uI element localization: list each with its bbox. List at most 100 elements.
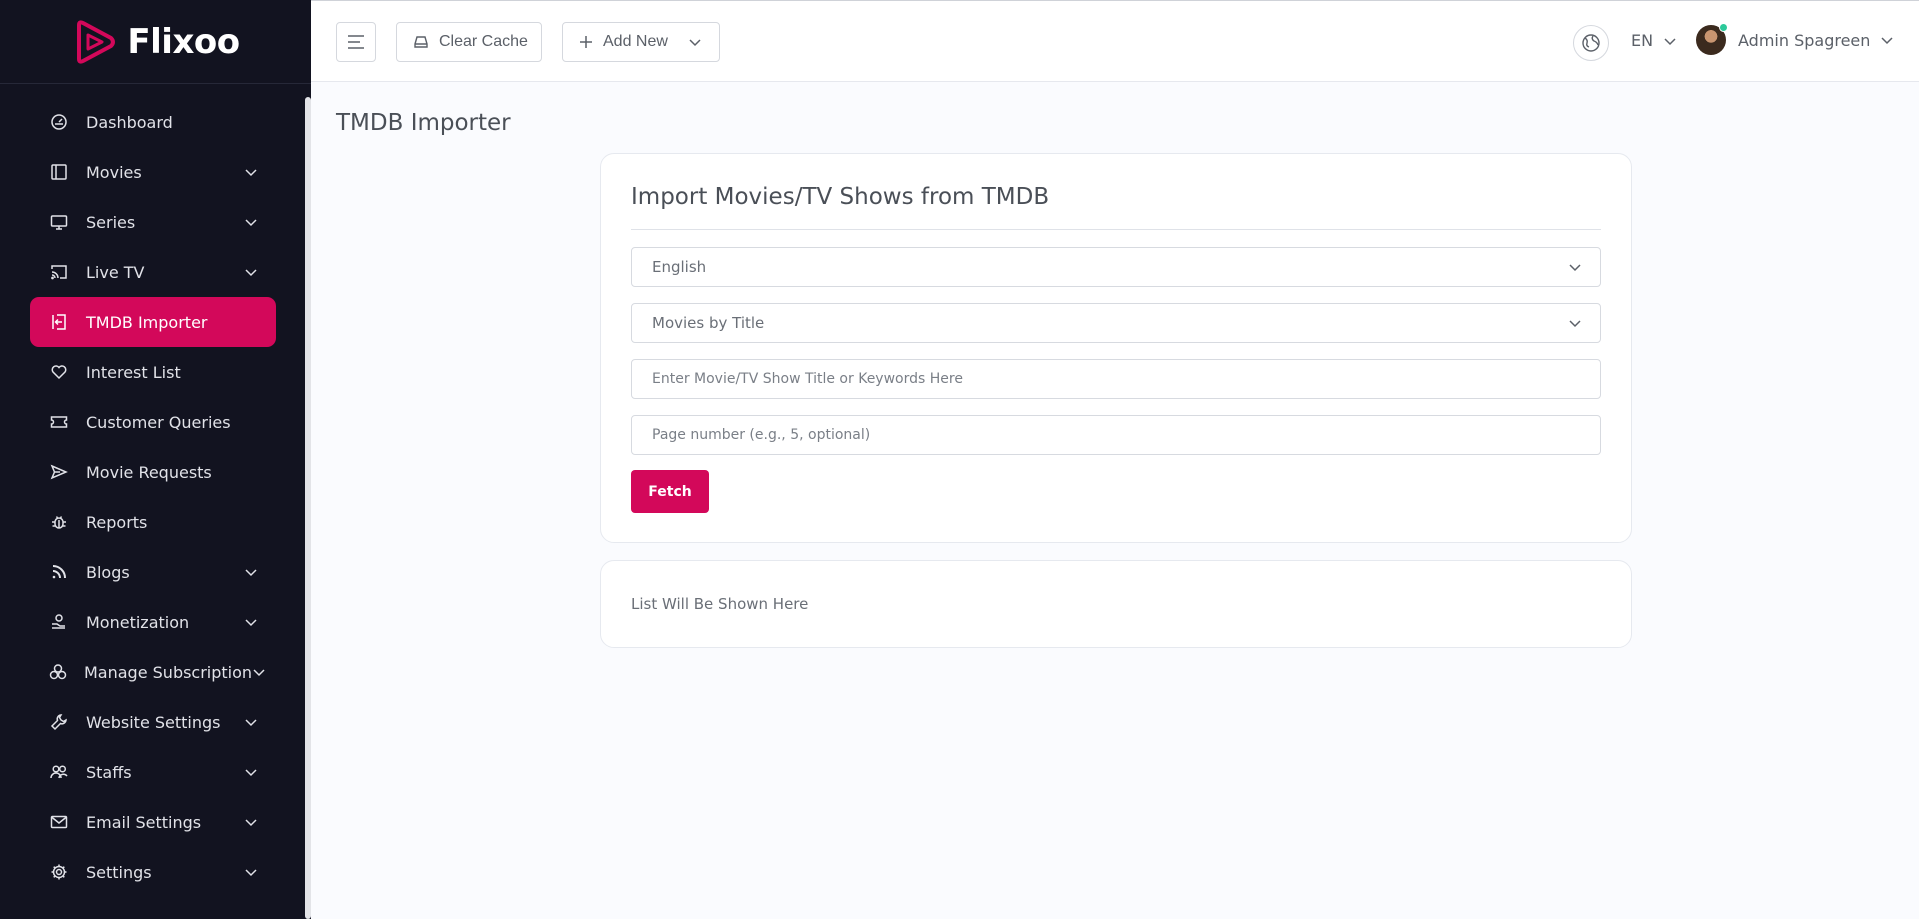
clear-cache-button[interactable]: Clear Cache bbox=[396, 22, 542, 62]
avatar bbox=[1696, 23, 1728, 55]
mail-icon bbox=[49, 812, 69, 832]
coin-hand-icon bbox=[49, 612, 69, 632]
send-icon bbox=[49, 462, 69, 482]
sidebar-item-label: TMDB Importer bbox=[86, 312, 208, 332]
language-selector[interactable]: EN bbox=[1631, 31, 1677, 50]
chevron-down-icon bbox=[243, 864, 259, 880]
dashboard-gauge-icon bbox=[49, 112, 69, 132]
user-menu[interactable]: Admin Spagreen bbox=[1696, 23, 1894, 55]
rss-icon bbox=[49, 562, 69, 582]
language-select-value: English bbox=[652, 258, 707, 276]
chevron-down-icon bbox=[1568, 316, 1582, 330]
keyword-field bbox=[631, 359, 1601, 399]
import-card: Import Movies/TV Shows from TMDB English… bbox=[600, 153, 1632, 543]
chevron-down-icon bbox=[1568, 260, 1582, 274]
sidebar-item-website-settings[interactable]: Website Settings bbox=[30, 697, 276, 747]
coins-icon bbox=[49, 662, 67, 682]
topbar: Clear Cache Add New EN Admin Spagreen bbox=[311, 0, 1919, 82]
sidebar-item-label: Staffs bbox=[86, 762, 132, 782]
chevron-down-icon bbox=[1663, 34, 1677, 48]
import-type-value: Movies by Title bbox=[652, 314, 765, 332]
page-number-input[interactable] bbox=[652, 416, 1600, 454]
chevron-down-icon bbox=[243, 264, 259, 280]
chevron-down-icon bbox=[688, 35, 702, 49]
sidebar-item-interest-list[interactable]: Interest List bbox=[30, 347, 276, 397]
brand-name: Flixoo bbox=[127, 21, 240, 62]
sidebar-item-series[interactable]: Series bbox=[30, 197, 276, 247]
language-label: EN bbox=[1631, 31, 1654, 50]
plus-icon bbox=[579, 35, 593, 49]
chevron-down-icon bbox=[243, 564, 259, 580]
divider bbox=[631, 229, 1601, 230]
import-type-select[interactable]: Movies by Title bbox=[631, 303, 1601, 343]
user-name: Admin Spagreen bbox=[1738, 30, 1871, 50]
add-new-button[interactable]: Add New bbox=[562, 22, 720, 62]
fetch-button[interactable]: Fetch bbox=[631, 470, 709, 513]
sidebar-item-staffs[interactable]: Staffs bbox=[30, 747, 276, 797]
sidebar-item-tmdb-importer[interactable]: TMDB Importer bbox=[30, 297, 276, 347]
brand[interactable]: Flixoo bbox=[0, 0, 311, 84]
chevron-down-icon bbox=[243, 764, 259, 780]
keyword-input[interactable] bbox=[652, 360, 1600, 398]
sidebar: Flixoo Dashboard Movies Series Live TV T… bbox=[0, 0, 311, 919]
chevron-down-icon bbox=[243, 714, 259, 730]
sidebar-item-label: Movies bbox=[86, 162, 142, 182]
sidebar-item-movie-requests[interactable]: Movie Requests bbox=[30, 447, 276, 497]
sidebar-item-label: Series bbox=[86, 212, 136, 232]
import-icon bbox=[49, 312, 69, 332]
menu-toggle-button[interactable] bbox=[336, 22, 376, 62]
sidebar-item-movies[interactable]: Movies bbox=[30, 147, 276, 197]
sidebar-scrollbar[interactable] bbox=[305, 97, 311, 919]
play-logo-icon bbox=[71, 19, 117, 65]
chevron-down-icon bbox=[243, 214, 259, 230]
chevron-down-icon bbox=[252, 664, 266, 680]
sidebar-item-label: Movie Requests bbox=[86, 462, 212, 482]
clear-cache-label: Clear Cache bbox=[439, 33, 528, 50]
sidebar-item-label: Website Settings bbox=[86, 712, 221, 732]
online-status-dot bbox=[1719, 23, 1728, 32]
page-title: TMDB Importer bbox=[336, 110, 511, 136]
globe-button[interactable] bbox=[1573, 25, 1609, 61]
card-title: Import Movies/TV Shows from TMDB bbox=[631, 184, 1050, 210]
sidebar-item-customer-queries[interactable]: Customer Queries bbox=[30, 397, 276, 447]
sidebar-item-label: Monetization bbox=[86, 612, 190, 632]
sidebar-item-label: Settings bbox=[86, 862, 152, 882]
cast-icon bbox=[49, 262, 69, 282]
hamburger-icon bbox=[346, 34, 366, 50]
ticket-icon bbox=[49, 412, 69, 432]
sidebar-item-label: Reports bbox=[86, 512, 148, 532]
chevron-down-icon bbox=[243, 614, 259, 630]
gear-icon bbox=[49, 862, 69, 882]
sidebar-item-reports[interactable]: Reports bbox=[30, 497, 276, 547]
sidebar-item-live-tv[interactable]: Live TV bbox=[30, 247, 276, 297]
sidebar-item-manage-subscription[interactable]: Manage Subscription bbox=[30, 647, 276, 697]
sidebar-item-blogs[interactable]: Blogs bbox=[30, 547, 276, 597]
sidebar-item-label: Live TV bbox=[86, 262, 145, 282]
drive-icon bbox=[413, 35, 429, 49]
sidebar-item-label: Blogs bbox=[86, 562, 130, 582]
sidebar-item-label: Customer Queries bbox=[86, 412, 231, 432]
users-icon bbox=[49, 762, 69, 782]
sidebar-item-monetization[interactable]: Monetization bbox=[30, 597, 276, 647]
globe-icon bbox=[1581, 33, 1601, 53]
add-new-label: Add New bbox=[603, 33, 668, 50]
film-icon bbox=[49, 162, 69, 182]
results-card: List Will Be Shown Here bbox=[600, 560, 1632, 648]
sidebar-item-settings[interactable]: Settings bbox=[30, 847, 276, 897]
bug-icon bbox=[49, 512, 69, 532]
sidebar-item-email-settings[interactable]: Email Settings bbox=[30, 797, 276, 847]
heart-icon bbox=[49, 362, 69, 382]
page-number-field bbox=[631, 415, 1601, 455]
chevron-down-icon bbox=[243, 164, 259, 180]
sidebar-item-label: Email Settings bbox=[86, 812, 202, 832]
language-select[interactable]: English bbox=[631, 247, 1601, 287]
chevron-down-icon bbox=[243, 814, 259, 830]
monitor-icon bbox=[49, 212, 69, 232]
wrench-icon bbox=[49, 712, 69, 732]
sidebar-nav: Dashboard Movies Series Live TV TMDB Imp… bbox=[30, 97, 276, 897]
sidebar-item-dashboard[interactable]: Dashboard bbox=[30, 97, 276, 147]
sidebar-item-label: Interest List bbox=[86, 362, 181, 382]
sidebar-item-label: Dashboard bbox=[86, 112, 173, 132]
sidebar-item-label: Manage Subscription bbox=[84, 662, 253, 682]
results-placeholder: List Will Be Shown Here bbox=[631, 595, 809, 613]
